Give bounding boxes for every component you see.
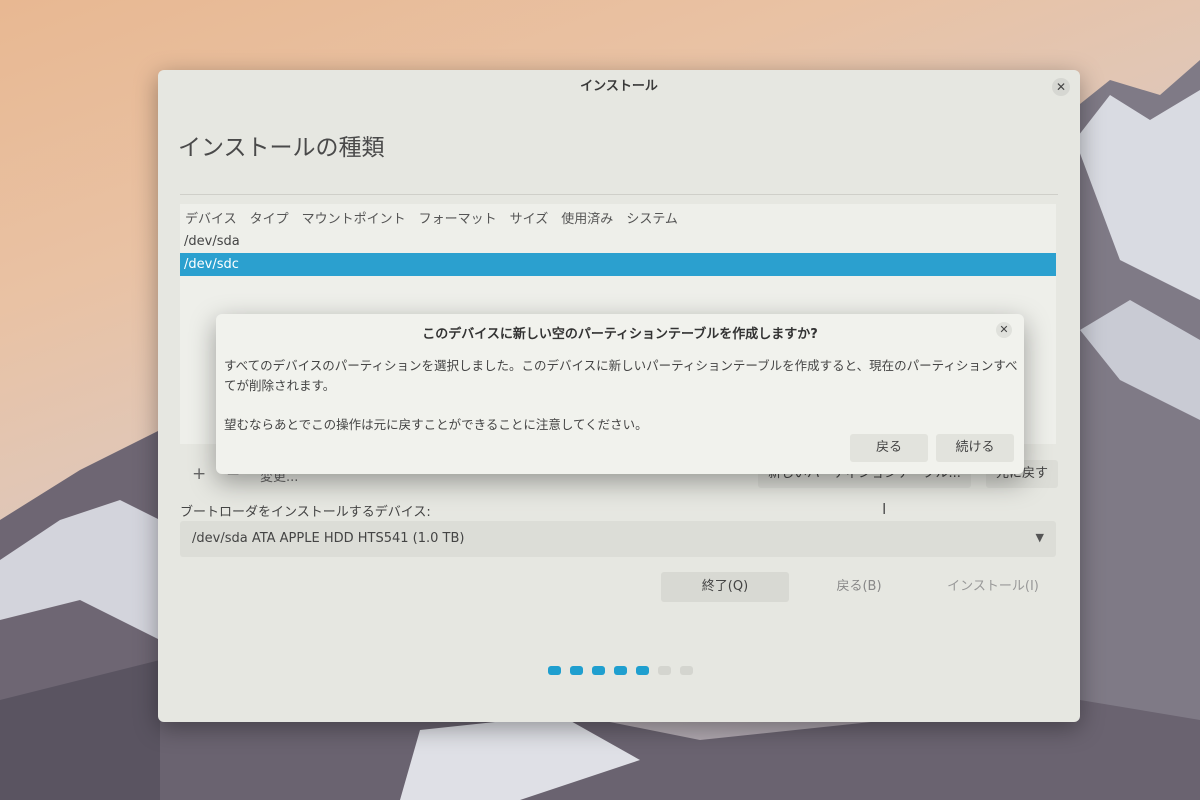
back-button[interactable]: 戻る(B) bbox=[809, 572, 909, 602]
column-header-size[interactable]: サイズ bbox=[510, 208, 549, 227]
install-button[interactable]: インストール(I) bbox=[929, 572, 1057, 602]
progress-step-dot bbox=[548, 666, 561, 675]
column-header-mount-point[interactable]: マウントポイント bbox=[302, 208, 406, 227]
progress-step-dot bbox=[636, 666, 649, 675]
table-row-sdc[interactable]: /dev/sdc bbox=[180, 253, 1056, 276]
confirm-partition-table-dialog: このデバイスに新しい空のパーティションテーブルを作成しますか? ✕ すべてのデバ… bbox=[216, 314, 1024, 474]
progress-step-dot bbox=[570, 666, 583, 675]
divider bbox=[180, 194, 1058, 195]
window-title: インストール bbox=[580, 79, 658, 94]
window-titlebar: インストール ✕ bbox=[158, 70, 1080, 104]
close-icon[interactable]: ✕ bbox=[996, 322, 1012, 338]
bootloader-label: ブートローダをインストールするデバイス: bbox=[180, 505, 431, 520]
partition-table-header: デバイス タイプ マウントポイント フォーマット サイズ 使用済み システム bbox=[180, 204, 1056, 230]
column-header-device[interactable]: デバイス bbox=[185, 208, 237, 227]
dialog-continue-button[interactable]: 続ける bbox=[936, 434, 1014, 462]
text-cursor-icon: I bbox=[882, 500, 887, 518]
plus-icon[interactable]: + bbox=[192, 464, 206, 484]
progress-step-dot bbox=[614, 666, 627, 675]
quit-button[interactable]: 終了(Q) bbox=[661, 572, 789, 602]
column-header-type[interactable]: タイプ bbox=[250, 208, 289, 227]
column-header-format[interactable]: フォーマット bbox=[419, 208, 497, 227]
step-progress-indicator bbox=[548, 666, 702, 675]
chevron-down-icon: ▼ bbox=[1035, 531, 1044, 544]
progress-step-dot bbox=[680, 666, 693, 675]
table-row-sda[interactable]: /dev/sda bbox=[180, 230, 1056, 253]
dialog-note: 望むならあとでこの操作は元に戻すことができることに注意してください。 bbox=[224, 417, 648, 432]
column-header-system[interactable]: システム bbox=[626, 208, 678, 227]
dialog-title: このデバイスに新しい空のパーティションテーブルを作成しますか? bbox=[422, 327, 818, 342]
column-header-used[interactable]: 使用済み bbox=[561, 208, 613, 227]
bootloader-selected-value: /dev/sda ATA APPLE HDD HTS541 (1.0 TB) bbox=[192, 531, 465, 546]
dialog-message: すべてのデバイスのパーティションを選択しました。このデバイスに新しいパーティショ… bbox=[224, 358, 1018, 393]
progress-step-dot bbox=[592, 666, 605, 675]
close-icon[interactable]: ✕ bbox=[1052, 78, 1070, 96]
bootloader-device-select[interactable]: /dev/sda ATA APPLE HDD HTS541 (1.0 TB) ▼ bbox=[180, 521, 1056, 557]
progress-step-dot bbox=[658, 666, 671, 675]
dialog-back-button[interactable]: 戻る bbox=[850, 434, 928, 462]
page-title: インストールの種類 bbox=[178, 135, 385, 161]
